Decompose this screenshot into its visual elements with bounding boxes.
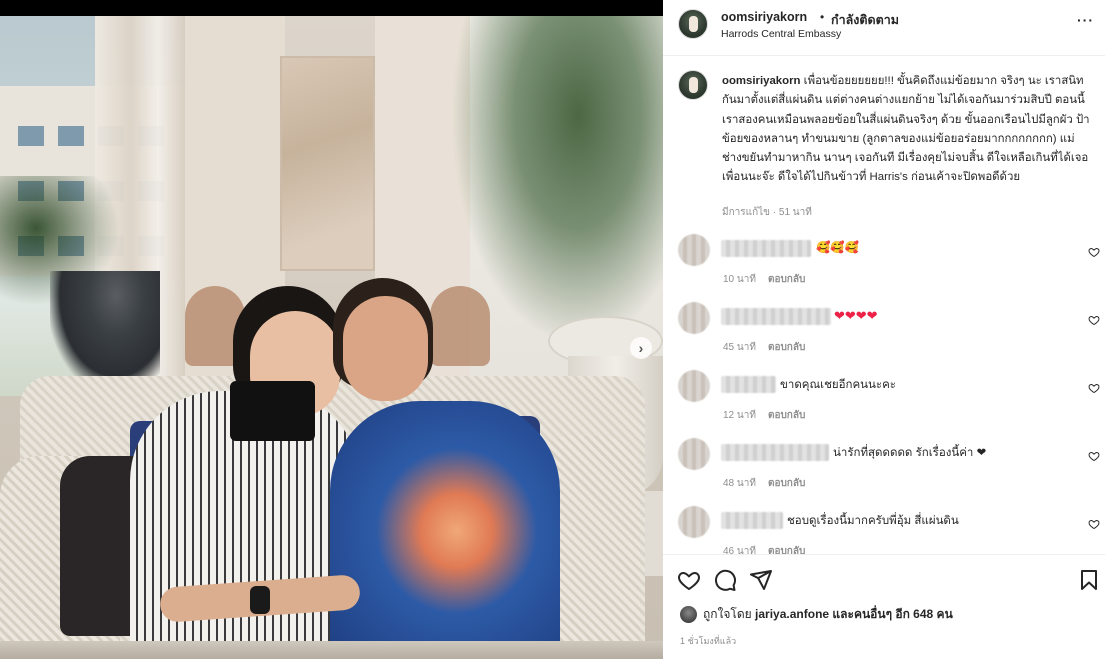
post-actions: ถูกใจโดย jariya.anfone และคนอื่นๆ อีก 64…	[663, 554, 1105, 659]
photo-reflection	[50, 271, 160, 391]
separator-dot: •	[820, 10, 825, 24]
photo-watch	[250, 586, 270, 614]
comment-text: น่ารักที่สุดดดดด รักเรื่องนี้ค่า ❤	[833, 447, 987, 459]
photo-person-right	[330, 401, 560, 659]
post-timestamp[interactable]: 1 ชั่วโมงที่แล้ว	[680, 634, 736, 648]
photo-table	[0, 641, 663, 659]
commenter-username-blurred[interactable]	[721, 512, 783, 529]
post-location[interactable]: Harrods Central Embassy	[721, 28, 841, 40]
save-bookmark-icon[interactable]	[1077, 568, 1101, 592]
comment-text: 🥰🥰🥰	[816, 242, 859, 254]
reply-button[interactable]: ตอบกลับ	[768, 410, 805, 421]
post-caption: oomsiriyakorn เพื่อนข้อยยยยยย!!! ขั้นคิด…	[722, 72, 1092, 188]
like-comment-icon[interactable]	[1088, 246, 1100, 258]
reply-button[interactable]: ตอบกลับ	[768, 478, 805, 489]
comment-meta: 12 นาที ตอบกลับ	[723, 408, 805, 423]
commenter-username-blurred[interactable]	[721, 444, 829, 461]
comment-text: ❤❤❤❤	[834, 308, 878, 323]
more-options-icon[interactable]: ···	[1077, 12, 1094, 28]
commenter-username-blurred[interactable]	[721, 308, 831, 325]
like-comment-icon[interactable]	[1088, 518, 1100, 530]
comment-text: ขาดคุณเชยอีกคนนะคะ	[780, 379, 896, 391]
author-avatar[interactable]	[678, 9, 708, 39]
commenter-avatar[interactable]	[678, 438, 710, 470]
caption-meta: มีการแก้ไข · 51 นาที	[722, 207, 812, 218]
reply-button[interactable]: ตอบกลับ	[768, 274, 805, 285]
liked-by-prefix: ถูกใจโดย	[703, 607, 752, 621]
photo-marble-panel	[280, 56, 375, 271]
reply-button[interactable]: ตอบกลับ	[768, 342, 805, 353]
liked-by-line: ถูกใจโดย jariya.anfone และคนอื่นๆ อีก 64…	[680, 605, 953, 624]
reply-button[interactable]: ตอบกลับ	[768, 546, 805, 554]
comment-text: ชอบดูเรื่องนี้มากครับพี่อุ้ม สี่แผ่นดิน	[787, 515, 959, 527]
like-heart-icon[interactable]	[677, 568, 701, 592]
liker-avatar[interactable]	[680, 606, 697, 624]
commenter-username-blurred[interactable]	[721, 240, 811, 257]
like-comment-icon[interactable]	[1088, 450, 1100, 462]
post-side-panel: oomsiriyakorn • กำลังติดตาม Harrods Cent…	[663, 0, 1105, 659]
comment-time: 10 นาที	[723, 274, 756, 285]
comment-item: ❤❤❤❤ 45 นาที ตอบกลับ	[663, 302, 1105, 368]
caption-author-avatar[interactable]	[678, 70, 708, 100]
comment-item: น่ารักที่สุดดดดด รักเรื่องนี้ค่า ❤ 48 นา…	[663, 438, 1105, 504]
photo-collar	[230, 381, 315, 441]
like-comment-icon[interactable]	[1088, 382, 1100, 394]
commenter-avatar[interactable]	[678, 302, 710, 334]
next-photo-button[interactable]: ›	[630, 337, 652, 359]
liked-by-username[interactable]: jariya.anfone	[755, 607, 829, 621]
comment-meta: 48 นาที ตอบกลับ	[723, 476, 805, 491]
post-photo-pane: ›	[0, 0, 663, 659]
commenter-username-blurred[interactable]	[721, 376, 776, 393]
comment-item: 🥰🥰🥰 10 นาที ตอบกลับ	[663, 234, 1105, 300]
photo-chair	[430, 286, 490, 366]
comment-meta: 10 นาที ตอบกลับ	[723, 272, 805, 287]
share-paper-plane-icon[interactable]	[749, 568, 773, 592]
following-button[interactable]: กำลังติดตาม	[831, 10, 899, 30]
comment-meta: 45 นาที ตอบกลับ	[723, 340, 805, 355]
comment-item: ชอบดูเรื่องนี้มากครับพี่อุ้ม สี่แผ่นดิน …	[663, 506, 1105, 554]
comment-item: ขาดคุณเชยอีกคนนะคะ 12 นาที ตอบกลับ	[663, 370, 1105, 436]
commenter-avatar[interactable]	[678, 370, 710, 402]
comment-bubble-icon[interactable]	[713, 568, 737, 592]
comment-meta: 46 นาที ตอบกลับ	[723, 544, 805, 554]
liked-by-count[interactable]: และคนอื่นๆ อีก 648 คน	[832, 607, 952, 621]
commenter-avatar[interactable]	[678, 506, 710, 538]
post-header: oomsiriyakorn • กำลังติดตาม Harrods Cent…	[663, 0, 1105, 56]
comments-scroll-area[interactable]: oomsiriyakorn เพื่อนข้อยยยยยย!!! ขั้นคิด…	[663, 57, 1105, 554]
comment-time: 46 นาที	[723, 546, 756, 554]
photo-face	[343, 296, 428, 401]
comment-time: 45 นาที	[723, 342, 756, 353]
comment-time: 12 นาที	[723, 410, 756, 421]
author-username[interactable]: oomsiriyakorn	[721, 10, 807, 24]
commenter-avatar[interactable]	[678, 234, 710, 266]
comment-time: 48 นาที	[723, 478, 756, 489]
caption-username[interactable]: oomsiriyakorn	[722, 75, 801, 87]
like-comment-icon[interactable]	[1088, 314, 1100, 326]
caption-text: เพื่อนข้อยยยยยย!!! ขั้นคิดถึงแม่ข้อยมาก …	[722, 75, 1090, 184]
post-photo[interactable]	[0, 16, 663, 659]
